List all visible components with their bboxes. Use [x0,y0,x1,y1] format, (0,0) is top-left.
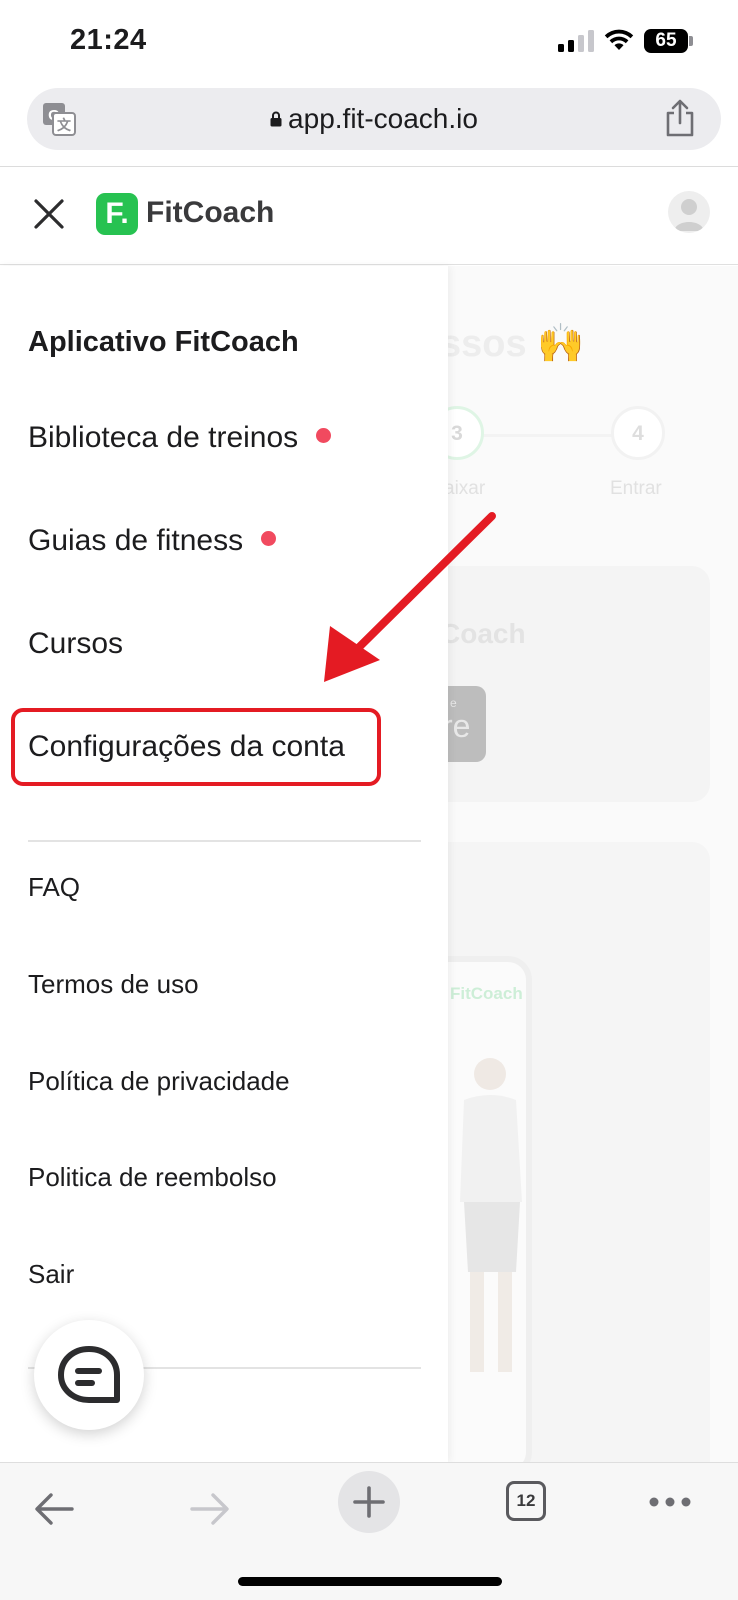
bg-step-4-label: Entrar [610,478,662,499]
lock-icon [270,111,282,127]
notification-dot [261,531,277,546]
arrow-annotation-icon [324,512,496,682]
bg-phone-logo: FitCoach [450,984,523,1003]
menu-item-terms[interactable]: Termos de uso [28,969,199,1000]
app-header: F. FitCoach [0,167,738,265]
close-icon[interactable] [30,195,68,233]
menu-item-workout-library[interactable]: Biblioteca de treinos [28,421,332,455]
notification-dot [316,428,332,443]
tabs-button[interactable]: 12 [506,1481,546,1521]
menu-item-label: Guias de fitness [28,524,244,557]
menu-item-fitness-guides[interactable]: Guias de fitness [28,524,277,558]
share-icon[interactable] [663,99,697,137]
cellular-signal-icon [558,30,594,52]
app-name: FitCoach [146,196,275,229]
highlight-annotation [11,708,381,786]
url-text: app.fit-coach.io [288,103,478,134]
battery-level: 65 [655,30,677,51]
more-icon[interactable] [648,1487,692,1517]
bg-person-image [460,1058,522,1372]
battery-tip [689,36,693,46]
menu-divider [28,840,421,842]
menu-item-courses[interactable]: Cursos [28,627,123,661]
status-time: 21:24 [70,24,147,56]
bg-step-line [476,434,612,437]
bg-step-3-label: aixar [444,478,486,499]
user-icon [674,199,704,231]
plus-icon [353,1486,385,1518]
logo-icon: F. [96,193,138,235]
menu-item-label: Biblioteca de treinos [28,421,299,454]
menu-item-refund-policy[interactable]: Politica de reembolso [28,1162,277,1193]
browser-toolbar: 12 [0,1462,738,1600]
forward-arrow-icon[interactable] [188,1487,232,1531]
address-bar[interactable]: G 文 app.fit-coach.io [27,88,721,150]
menu-item-logout[interactable]: Sair [28,1259,74,1290]
bg-page-title: ssos 🙌 [440,323,585,365]
url-display[interactable]: app.fit-coach.io [27,103,721,135]
home-indicator [238,1577,502,1586]
menu-item-faq[interactable]: FAQ [28,872,80,903]
avatar[interactable] [668,191,710,233]
menu-item-privacy-policy[interactable]: Política de privacidade [28,1066,290,1097]
chat-icon [58,1346,120,1403]
status-bar: 21:24 65 [0,0,738,84]
side-menu: Aplicativo FitCoach Biblioteca de treino… [0,266,448,1462]
wifi-icon [604,29,634,50]
menu-heading: Aplicativo FitCoach [28,326,299,358]
bg-step-4: 4 [611,406,665,460]
back-arrow-icon[interactable] [32,1487,76,1531]
menu-item-label: Cursos [28,627,124,660]
chat-button[interactable] [34,1320,144,1430]
battery-icon: 65 [644,29,688,53]
new-tab-button[interactable] [338,1471,400,1533]
